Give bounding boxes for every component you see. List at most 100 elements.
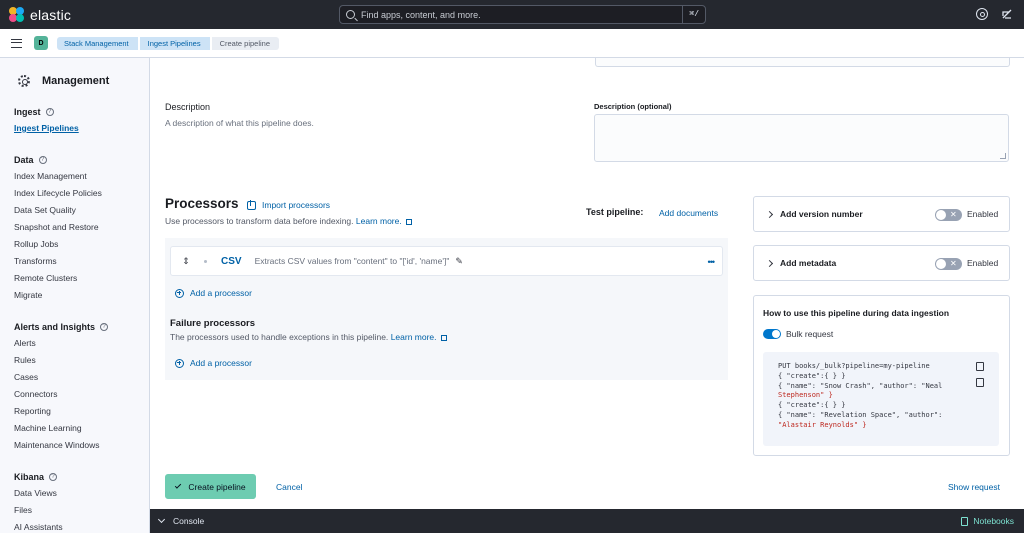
menu-icon[interactable]: [11, 38, 22, 48]
version-toggle-label: Enabled: [967, 209, 999, 219]
plus-circle-icon: [175, 358, 184, 368]
group-title-ingest: Ingest: [14, 106, 41, 117]
chevron-down-icon: [157, 515, 166, 524]
chevron-right-icon: [765, 259, 774, 267]
help-icon[interactable]: ?: [49, 472, 58, 481]
test-pipeline-label: Test pipeline:: [586, 207, 644, 217]
group-title-alerts-and-insights: Alerts and Insights: [14, 321, 96, 332]
group-title-data: Data: [14, 154, 34, 165]
toggle-off-icon: ✕: [950, 210, 957, 219]
newsfeed-icon[interactable]: [1001, 8, 1013, 20]
field-bottom-edge: [595, 58, 1010, 67]
help-icon[interactable]: ?: [100, 322, 109, 331]
code-line: { "create":{ } }: [778, 401, 846, 410]
add-processor-button[interactable]: Add a processor: [175, 288, 252, 298]
howto-panel: How to use this pipeline during data ing…: [753, 295, 1010, 456]
sidebar-item-connectors[interactable]: Connectors: [14, 386, 149, 403]
sidebar-item-reporting[interactable]: Reporting: [14, 403, 149, 420]
sidebar-item-index-management[interactable]: Index Management: [14, 168, 149, 185]
sidebar-group-ingest: Ingest? Ingest Pipelines: [14, 103, 149, 137]
status-dot-icon: [204, 259, 207, 263]
processors-title: Processors: [165, 196, 239, 211]
search-shortcut: ⌘/: [682, 6, 705, 23]
sidebar-group-alerts: Alerts and Insights? Alerts Rules Cases …: [14, 318, 149, 454]
create-pipeline-button[interactable]: Create pipeline: [165, 474, 256, 499]
code-line: { "name": "Snow Crash", "author": "Neal: [778, 381, 943, 390]
howto-title: How to use this pipeline during data ing…: [763, 308, 950, 318]
sidebar-item-machine-learning[interactable]: Machine Learning: [14, 420, 149, 437]
code-line: { "name": "Revelation Space", "author":: [778, 410, 943, 419]
copy-icon[interactable]: [976, 362, 984, 371]
notebooks-button[interactable]: Notebooks: [961, 516, 1014, 526]
sidebar-item-alerts[interactable]: Alerts: [14, 335, 149, 352]
toggle-off-icon: ✕: [950, 259, 957, 268]
sidebar-item-data-views[interactable]: Data Views: [14, 485, 149, 502]
external-link-icon: [405, 218, 412, 225]
elastic-logo-icon: [9, 7, 24, 22]
code-block: PUT books/_bulk?pipeline=my-pipeline { "…: [763, 352, 999, 446]
add-failure-processor-button[interactable]: Add a processor: [175, 358, 252, 368]
metadata-toggle[interactable]: [935, 258, 962, 270]
sidebar-item-data-set-quality[interactable]: Data Set Quality: [14, 202, 149, 219]
sidebar-group-data: Data? Index Management Index Lifecycle P…: [14, 151, 149, 304]
show-request-button[interactable]: Show request: [948, 482, 1000, 492]
sidebar-item-ingest-pipelines[interactable]: Ingest Pipelines: [14, 120, 149, 137]
code-line: PUT books/_bulk?pipeline=my-pipeline: [778, 362, 930, 370]
sidebar-item-cases[interactable]: Cases: [14, 369, 149, 386]
failure-processors-title: Failure processors: [170, 318, 256, 329]
processor-description: Extracts CSV values from "content" to "[…: [254, 256, 450, 266]
sidebar-item-snapshot-and-restore[interactable]: Snapshot and Restore: [14, 219, 149, 236]
search-icon: [346, 10, 355, 19]
version-label: Add version number: [780, 209, 863, 219]
import-icon: [247, 199, 256, 210]
space-avatar[interactable]: D: [34, 36, 48, 50]
console-label: Console: [173, 516, 205, 526]
sidebar-item-rollup-jobs[interactable]: Rollup Jobs: [14, 236, 149, 253]
help-icon[interactable]: [976, 8, 988, 20]
description-help: A description of what this pipeline does…: [165, 118, 314, 128]
search-input[interactable]: [361, 9, 683, 20]
sidebar-item-files[interactable]: Files: [14, 502, 149, 519]
processors-subtitle: Use processors to transform data before …: [165, 216, 412, 226]
failure-learn-more-link[interactable]: Learn more.: [391, 332, 437, 342]
plus-circle-icon: [175, 288, 184, 298]
learn-more-link[interactable]: Learn more.: [356, 216, 402, 226]
help-icon[interactable]: ?: [45, 107, 54, 116]
sidebar-item-remote-clusters[interactable]: Remote Clusters: [14, 270, 149, 287]
breadcrumb-ingest-pipelines[interactable]: Ingest Pipelines: [139, 36, 210, 50]
metadata-label: Add metadata: [780, 258, 837, 268]
breadcrumb-stack-management[interactable]: Stack Management: [57, 36, 138, 50]
description-textarea[interactable]: [594, 114, 1009, 162]
main-content: Description A description of what this p…: [150, 58, 1024, 509]
processor-row[interactable]: ⇕ CSV Extracts CSV values from "content"…: [170, 246, 723, 276]
sidebar-item-index-lifecycle-policies[interactable]: Index Lifecycle Policies: [14, 185, 149, 202]
sidebar-item-rules[interactable]: Rules: [14, 352, 149, 369]
sidebar-item-ai-assistants[interactable]: AI Assistants: [14, 519, 149, 533]
metadata-toggle-label: Enabled: [967, 258, 999, 268]
add-documents-link[interactable]: Add documents: [659, 208, 718, 218]
help-icon[interactable]: ?: [38, 155, 47, 164]
chevron-right-icon: [765, 210, 774, 218]
sidebar-item-maintenance-windows[interactable]: Maintenance Windows: [14, 437, 149, 454]
elastic-logo[interactable]: elastic: [9, 7, 71, 23]
bulk-request-toggle[interactable]: [763, 329, 781, 339]
sidebar-item-migrate[interactable]: Migrate: [14, 287, 149, 304]
cancel-button[interactable]: Cancel: [276, 482, 302, 492]
sidebar-item-transforms[interactable]: Transforms: [14, 253, 149, 270]
breadcrumb-create-pipeline: Create pipeline: [211, 36, 280, 50]
console-bar[interactable]: Console Notebooks: [150, 509, 1024, 533]
add-processor-label: Add a processor: [190, 288, 252, 298]
processor-name[interactable]: CSV: [221, 256, 242, 267]
version-toggle[interactable]: [935, 209, 962, 221]
metadata-accordion[interactable]: Add metadata ✕ Enabled: [753, 245, 1010, 281]
version-accordion[interactable]: Add version number ✕ Enabled: [753, 196, 1010, 232]
create-pipeline-label: Create pipeline: [188, 481, 246, 492]
global-search[interactable]: ⌘/: [339, 5, 706, 24]
import-processors-link[interactable]: Import processors: [247, 199, 330, 210]
more-actions-icon[interactable]: •••: [708, 257, 716, 267]
pencil-icon[interactable]: ✎: [455, 256, 463, 267]
code-line: Stephenson" }: [778, 391, 833, 400]
sidebar-group-kibana: Kibana? Data Views Files AI Assistants: [14, 468, 149, 533]
drag-handle-icon[interactable]: ⇕: [182, 256, 190, 267]
open-in-console-icon[interactable]: [976, 378, 984, 387]
